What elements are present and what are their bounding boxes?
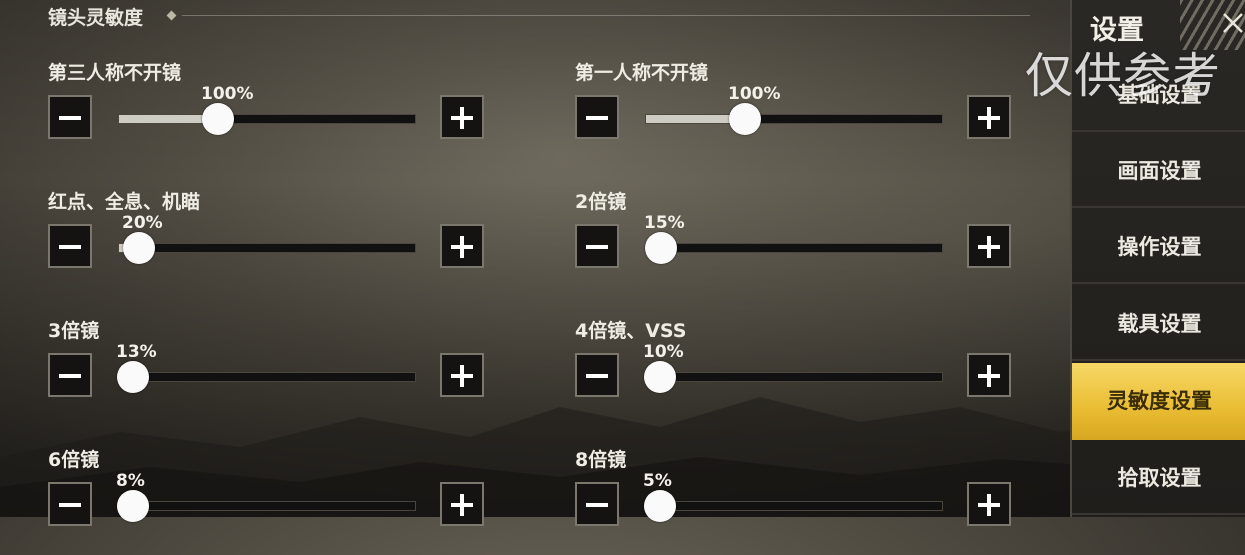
decrease-button[interactable] bbox=[48, 353, 92, 397]
sensitivity-setting: 4倍镜、VSS 10% bbox=[575, 316, 1015, 426]
slider-value: 100% bbox=[201, 84, 254, 104]
plus-icon bbox=[987, 236, 991, 258]
sensitivity-slider[interactable] bbox=[118, 232, 416, 264]
increase-button[interactable] bbox=[440, 95, 484, 139]
decrease-button[interactable] bbox=[48, 95, 92, 139]
decrease-button[interactable] bbox=[575, 482, 619, 526]
sensitivity-slider[interactable] bbox=[645, 103, 943, 135]
close-icon[interactable] bbox=[1222, 12, 1244, 34]
sensitivity-slider[interactable] bbox=[118, 103, 416, 135]
setting-label: 第一人称不开镜 bbox=[575, 62, 709, 84]
slider-knob[interactable] bbox=[644, 490, 676, 522]
increase-button[interactable] bbox=[440, 482, 484, 526]
sensitivity-setting: 第一人称不开镜 100% bbox=[575, 58, 1015, 168]
slider-knob[interactable] bbox=[117, 490, 149, 522]
title-diamond-icon bbox=[166, 10, 177, 21]
menu-item[interactable]: 画面设置 bbox=[1072, 134, 1245, 208]
sensitivity-setting: 8倍镜 5% bbox=[575, 445, 1015, 555]
increase-button[interactable] bbox=[440, 353, 484, 397]
sensitivity-slider[interactable] bbox=[644, 490, 943, 522]
minus-icon bbox=[586, 503, 608, 507]
setting-label: 第三人称不开镜 bbox=[48, 62, 182, 84]
menu-item[interactable]: 灵敏度设置 bbox=[1072, 363, 1245, 440]
slider-value: 15% bbox=[644, 213, 685, 233]
sensitivity-slider[interactable] bbox=[645, 232, 943, 264]
setting-label: 4倍镜、VSS bbox=[575, 320, 687, 342]
slider-knob[interactable] bbox=[644, 361, 676, 393]
menu-item[interactable]: 操作设置 bbox=[1072, 210, 1245, 284]
sensitivity-setting: 6倍镜 8% bbox=[48, 445, 488, 555]
minus-icon bbox=[59, 116, 81, 120]
slider-value: 10% bbox=[643, 342, 684, 362]
setting-label: 红点、全息、机瞄 bbox=[48, 191, 201, 213]
menu-item[interactable]: 拾取设置 bbox=[1072, 441, 1245, 515]
section-title: 镜头灵敏度 bbox=[48, 7, 144, 29]
slider-value: 13% bbox=[116, 342, 157, 362]
decrease-button[interactable] bbox=[575, 95, 619, 139]
sensitivity-panel: 镜头灵敏度 第三人称不开镜 100% 第一人称不开镜 100% 红点、全息、机瞄 20% 2… bbox=[0, 0, 1060, 526]
minus-icon bbox=[586, 374, 608, 378]
sensitivity-slider[interactable] bbox=[117, 490, 416, 522]
slider-value: 20% bbox=[122, 213, 163, 233]
slider-value: 100% bbox=[728, 84, 781, 104]
minus-icon bbox=[586, 116, 608, 120]
slider-knob[interactable] bbox=[202, 103, 234, 135]
sensitivity-setting: 第三人称不开镜 100% bbox=[48, 58, 488, 168]
minus-icon bbox=[59, 245, 81, 249]
menu-item[interactable]: 载具设置 bbox=[1072, 287, 1245, 361]
minus-icon bbox=[59, 503, 81, 507]
sensitivity-setting: 3倍镜 13% bbox=[48, 316, 488, 426]
plus-icon bbox=[987, 365, 991, 387]
minus-icon bbox=[59, 374, 81, 378]
sensitivity-setting: 2倍镜 15% bbox=[575, 187, 1015, 297]
plus-icon bbox=[460, 365, 464, 387]
sensitivity-slider[interactable] bbox=[117, 361, 416, 393]
decrease-button[interactable] bbox=[575, 353, 619, 397]
setting-label: 2倍镜 bbox=[575, 191, 627, 213]
slider-knob[interactable] bbox=[729, 103, 761, 135]
slider-value: 8% bbox=[116, 471, 145, 491]
decrease-button[interactable] bbox=[48, 224, 92, 268]
increase-button[interactable] bbox=[967, 353, 1011, 397]
increase-button[interactable] bbox=[967, 482, 1011, 526]
sensitivity-slider[interactable] bbox=[644, 361, 943, 393]
increase-button[interactable] bbox=[440, 224, 484, 268]
plus-icon bbox=[460, 494, 464, 516]
slider-knob[interactable] bbox=[645, 232, 677, 264]
increase-button[interactable] bbox=[967, 224, 1011, 268]
decrease-button[interactable] bbox=[575, 224, 619, 268]
increase-button[interactable] bbox=[967, 95, 1011, 139]
minus-icon bbox=[586, 245, 608, 249]
slider-value: 5% bbox=[643, 471, 672, 491]
setting-label: 8倍镜 bbox=[575, 449, 627, 471]
setting-label: 6倍镜 bbox=[48, 449, 100, 471]
plus-icon bbox=[460, 107, 464, 129]
plus-icon bbox=[987, 107, 991, 129]
slider-knob[interactable] bbox=[117, 361, 149, 393]
plus-icon bbox=[460, 236, 464, 258]
setting-label: 3倍镜 bbox=[48, 320, 100, 342]
title-divider bbox=[182, 15, 1030, 16]
sensitivity-setting: 红点、全息、机瞄 20% bbox=[48, 187, 488, 297]
plus-icon bbox=[987, 494, 991, 516]
decrease-button[interactable] bbox=[48, 482, 92, 526]
slider-knob[interactable] bbox=[123, 232, 155, 264]
watermark-text: 仅供参考 bbox=[1025, 48, 1222, 104]
